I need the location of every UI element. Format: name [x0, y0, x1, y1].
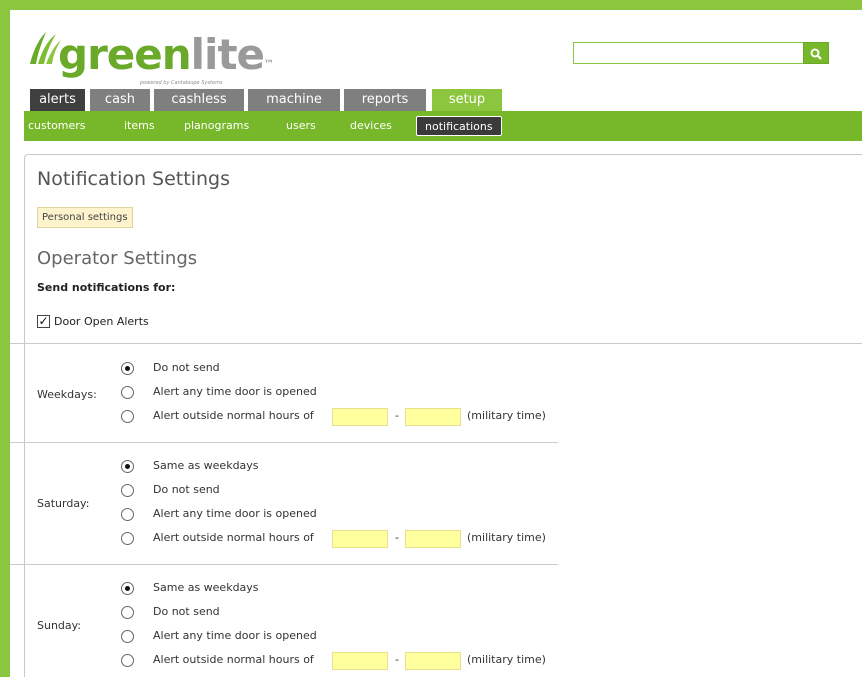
option-label: Do not send [153, 605, 220, 618]
page-title: Notification Settings [37, 168, 230, 190]
weekdays-radio-any-time[interactable] [121, 386, 134, 399]
sub-navigation: customers items planograms users devices… [24, 111, 862, 141]
sunday-start-time-input[interactable] [332, 652, 388, 670]
sunday-radio-same[interactable] [121, 582, 134, 595]
sunday-radio-any-time[interactable] [121, 630, 134, 643]
weekdays-radio-do-not-send[interactable] [121, 362, 134, 375]
tab-setup[interactable]: setup [432, 89, 502, 111]
subnav-notifications[interactable]: notifications [416, 116, 502, 136]
weekdays-radio-outside-hours[interactable] [121, 410, 134, 423]
saturday-start-time-input[interactable] [332, 530, 388, 548]
option-label: Do not send [153, 483, 220, 496]
weekdays-option[interactable]: Alert outside normal hours of - (militar… [121, 408, 581, 426]
sunday-option[interactable]: Alert outside normal hours of - (militar… [121, 652, 581, 670]
trademark: ™ [264, 59, 274, 70]
tab-alerts[interactable]: alerts [30, 89, 85, 111]
saturday-radio-any-time[interactable] [121, 508, 134, 521]
option-label: Alert outside normal hours of [153, 653, 314, 666]
range-dash: - [395, 653, 399, 666]
saturday-radio-outside-hours[interactable] [121, 532, 134, 545]
tab-cashless[interactable]: cashless [154, 89, 244, 111]
sunday-radio-do-not-send[interactable] [121, 606, 134, 619]
subnav-users[interactable]: users [286, 111, 316, 141]
sunday-radio-outside-hours[interactable] [121, 654, 134, 667]
weekdays-start-time-input[interactable] [332, 408, 388, 426]
weekdays-label: Weekdays: [37, 388, 97, 401]
sunday-end-time-input[interactable] [405, 652, 461, 670]
powered-by: powered by Cantaloupe Systems [140, 80, 223, 86]
tab-reports[interactable]: reports [344, 89, 426, 111]
option-label: Alert any time door is opened [153, 507, 317, 520]
option-label: Do not send [153, 361, 220, 374]
military-time-note: (military time) [467, 653, 546, 666]
leaf-icon [30, 32, 61, 64]
divider [10, 343, 862, 344]
logo-gray-text: lite [190, 30, 265, 79]
range-dash: - [395, 409, 399, 422]
app-frame: greenlite™ powered by Cantaloupe Systems… [0, 0, 862, 677]
tab-machine[interactable]: machine [248, 89, 340, 111]
divider [10, 564, 558, 565]
tab-cash[interactable]: cash [90, 89, 150, 111]
option-label: Same as weekdays [153, 581, 259, 594]
military-time-note: (military time) [467, 531, 546, 544]
saturday-radio-same[interactable] [121, 460, 134, 473]
divider [10, 442, 558, 443]
search-input[interactable] [573, 42, 803, 64]
door-open-checkbox[interactable]: ✓ [37, 314, 50, 328]
search-icon [810, 48, 822, 60]
range-dash: - [395, 531, 399, 544]
search-button[interactable] [803, 42, 829, 64]
military-time-note: (military time) [467, 409, 546, 422]
option-label: Alert any time door is opened [153, 385, 317, 398]
saturday-option[interactable]: Alert outside normal hours of - (militar… [121, 530, 581, 548]
logo-wordmark: greenlite™ [58, 30, 274, 80]
saturday-radio-do-not-send[interactable] [121, 484, 134, 497]
saturday-end-time-input[interactable] [405, 530, 461, 548]
subnav-items[interactable]: items [124, 111, 155, 141]
section-title: Operator Settings [37, 248, 198, 269]
personal-settings-button[interactable]: Personal settings [37, 207, 133, 228]
subnav-devices[interactable]: devices [350, 111, 392, 141]
saturday-label: Saturday: [37, 497, 90, 510]
option-label: Same as weekdays [153, 459, 259, 472]
option-label: Alert outside normal hours of [153, 409, 314, 422]
option-label: Alert any time door is opened [153, 629, 317, 642]
send-for-label: Send notifications for: [37, 281, 176, 294]
subnav-customers[interactable]: customers [28, 111, 86, 141]
door-open-label: Door Open Alerts [54, 315, 149, 328]
option-label: Alert outside normal hours of [153, 531, 314, 544]
greenlite-logo[interactable]: greenlite™ powered by Cantaloupe Systems [28, 20, 288, 100]
door-open-option[interactable]: ✓ Door Open Alerts [37, 314, 149, 329]
weekdays-end-time-input[interactable] [405, 408, 461, 426]
logo-green-text: green [58, 30, 192, 79]
sunday-label: Sunday: [37, 619, 82, 632]
subnav-planograms[interactable]: planograms [184, 111, 249, 141]
